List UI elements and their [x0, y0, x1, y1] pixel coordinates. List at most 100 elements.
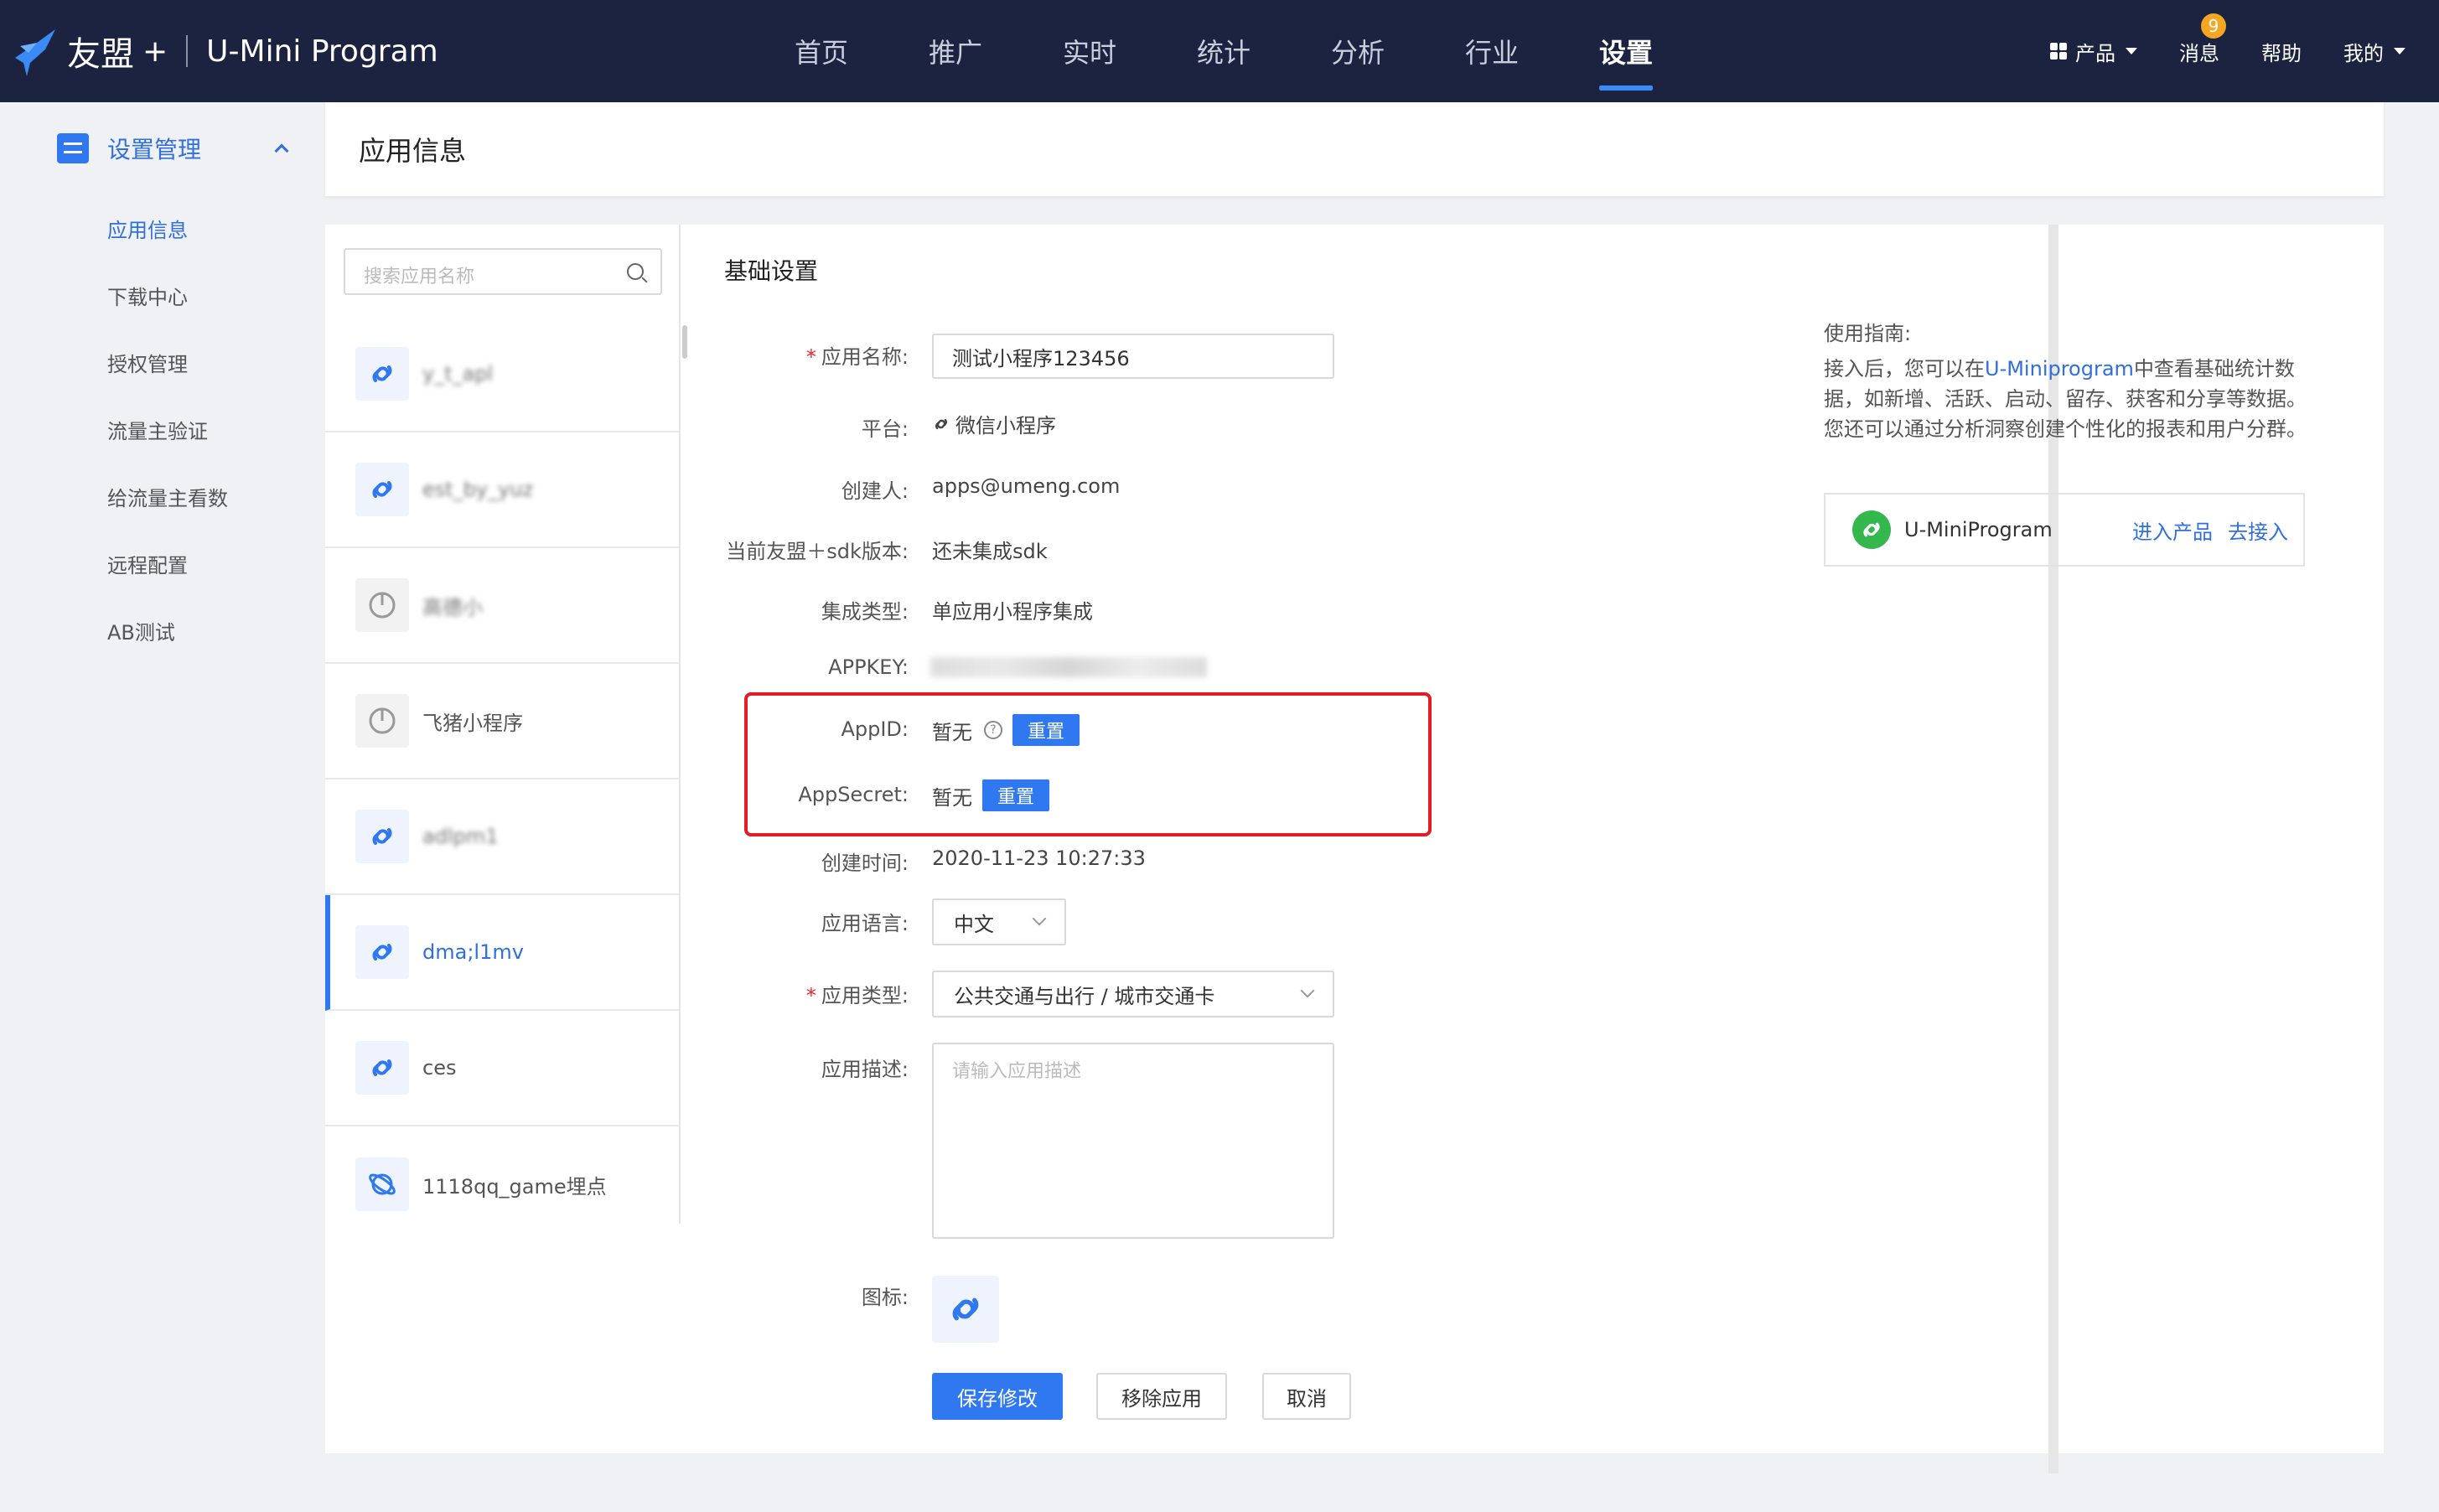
- brand-plus: +: [142, 34, 168, 69]
- main-nav: 首页 推广 实时 统计 分析 行业 设置: [754, 0, 1693, 102]
- search-placeholder: 搜索应用名称: [364, 267, 475, 287]
- description-label: 应用描述:: [821, 1058, 909, 1081]
- appsecret-text: 暂无: [932, 785, 972, 810]
- creator-label: 创建人:: [841, 479, 909, 503]
- connect-link[interactable]: 去接入: [2228, 515, 2288, 545]
- messages-button[interactable]: 消息 9: [2179, 13, 2226, 66]
- integration-type-value: 单应用小程序集成: [932, 600, 1093, 624]
- sidebar-item-app-info[interactable]: 应用信息: [0, 194, 310, 261]
- reset-appid-button[interactable]: 重置: [1012, 714, 1080, 746]
- help-button[interactable]: 帮助: [2261, 37, 2302, 66]
- link-icon: [355, 463, 409, 516]
- settings-sidebar: 设置管理 应用信息 下载中心 授权管理 流量主验证 给流量主看数 远程配置 AB…: [0, 102, 310, 664]
- app-type-label: * 应用类型:: [805, 984, 909, 1007]
- nav-industry[interactable]: 行业: [1425, 0, 1559, 102]
- icon-label: 图标:: [861, 1286, 909, 1309]
- guide-text: 接入后，您可以在U-Miniprogram中查看基础统计数据，如新增、活跃、启动…: [1824, 354, 2310, 444]
- nav-settings[interactable]: 设置: [1559, 0, 1693, 102]
- app-icon-upload[interactable]: [932, 1276, 999, 1343]
- save-button[interactable]: 保存修改: [932, 1373, 1063, 1420]
- required-mark: *: [805, 345, 816, 369]
- platform-value: 微信小程序: [932, 409, 1056, 438]
- enter-product-link[interactable]: 进入产品: [2132, 515, 2213, 545]
- creator-value: apps@umeng.com: [932, 474, 1121, 498]
- link-icon: [355, 810, 409, 863]
- page-title: 应用信息: [359, 135, 467, 167]
- app-type-select[interactable]: 公共交通与出行 / 城市交通卡: [932, 971, 1334, 1017]
- app-name: 高德小: [422, 595, 483, 619]
- platform-label: 平台:: [861, 417, 909, 441]
- sidebar-item-remote-config[interactable]: 远程配置: [0, 530, 310, 597]
- help-circle-icon[interactable]: ?: [984, 721, 1002, 739]
- description-textarea[interactable]: 请输入应用描述: [932, 1043, 1334, 1239]
- link-icon: [355, 1041, 409, 1095]
- guide-link[interactable]: U-Miniprogram: [1985, 357, 2134, 381]
- integration-type-label: 集成类型:: [821, 600, 909, 624]
- appid-label: AppID:: [841, 717, 909, 741]
- caret-down-icon: [2126, 48, 2137, 54]
- reset-appsecret-button[interactable]: 重置: [982, 779, 1050, 811]
- description-placeholder: 请输入应用描述: [952, 1061, 1082, 1082]
- umeng-bird-logo-icon: [15, 29, 55, 76]
- brand-separator: [186, 35, 189, 67]
- app-name: ces: [422, 1056, 457, 1080]
- brand-name: 友盟: [67, 35, 134, 74]
- cancel-button[interactable]: 取消: [1262, 1373, 1351, 1420]
- app-name: adlpm1: [422, 825, 499, 848]
- sdk-version-label: 当前友盟＋sdk版本:: [726, 540, 909, 563]
- account-menu[interactable]: 我的: [2343, 37, 2405, 66]
- app-name: est_by_yuz: [422, 478, 534, 501]
- sdk-version-value: 还未集成sdk: [932, 540, 1048, 563]
- top-navigation-bar: 友盟 + U-Mini Program 首页 推广 实时 统计 分析 行业 设置…: [0, 0, 2439, 102]
- caret-down-icon: [2394, 48, 2405, 54]
- link-icon: [935, 418, 948, 429]
- language-select[interactable]: 中文: [932, 898, 1066, 945]
- messages-badge: 9: [2201, 13, 2226, 39]
- app-search-input[interactable]: 搜索应用名称: [344, 248, 662, 295]
- chevron-down-icon: [1032, 911, 1047, 926]
- sidebar-item-publisher-verify[interactable]: 流量主验证: [0, 396, 310, 463]
- product-name: U-Mini Program: [206, 34, 438, 69]
- search-icon: [627, 263, 644, 280]
- nav-promotion[interactable]: 推广: [888, 0, 1023, 102]
- miniprogram-logo-icon: [1852, 510, 1891, 549]
- game-icon: [355, 578, 409, 632]
- link-icon: [355, 925, 409, 979]
- settings-sliders-icon: [57, 133, 89, 163]
- nav-statistics[interactable]: 统计: [1157, 0, 1291, 102]
- appid-value: 暂无 ? 重置: [932, 714, 1080, 746]
- language-selected: 中文: [954, 912, 994, 936]
- page-header: 应用信息: [325, 102, 2384, 196]
- top-right-actions: 产品 消息 9 帮助 我的: [2008, 0, 2405, 102]
- sidebar-item-download-center[interactable]: 下载中心: [0, 261, 310, 329]
- highlight-box: [744, 692, 1432, 836]
- appkey-value-redacted: [930, 657, 1207, 677]
- appsecret-value: 暂无 重置: [932, 779, 1050, 811]
- sidebar-group-label: 设置管理: [107, 136, 202, 163]
- products-label: 产品: [2075, 41, 2115, 65]
- sidebar-item-authorization[interactable]: 授权管理: [0, 329, 310, 396]
- guide-text-before: 接入后，您可以在: [1824, 357, 1985, 381]
- apps-grid-icon: [2050, 43, 2067, 60]
- link-icon: [952, 1297, 979, 1321]
- nav-analysis[interactable]: 分析: [1291, 0, 1425, 102]
- appkey-label: APPKEY:: [828, 655, 909, 679]
- brand-logo-area[interactable]: 友盟 + U-Mini Program: [12, 22, 438, 80]
- sidebar-item-ab-test[interactable]: AB测试: [0, 597, 310, 664]
- chevron-down-icon: [1300, 983, 1315, 998]
- list-item[interactable]: 1118qq_game埋点: [325, 1126, 679, 1242]
- remove-app-button[interactable]: 移除应用: [1096, 1373, 1227, 1420]
- sidebar-item-publisher-data[interactable]: 给流量主看数: [0, 463, 310, 530]
- created-at-label: 创建时间:: [821, 852, 909, 875]
- nav-home[interactable]: 首页: [754, 0, 888, 102]
- section-title: 基础设置: [724, 257, 819, 285]
- app-name-label: * 应用名称:: [805, 345, 909, 369]
- planet-icon: [355, 1157, 409, 1211]
- nav-realtime[interactable]: 实时: [1023, 0, 1157, 102]
- products-menu[interactable]: 产品: [2050, 37, 2137, 66]
- language-label: 应用语言:: [821, 912, 909, 935]
- link-icon: [355, 347, 409, 401]
- app-name: y_t_apl: [422, 362, 494, 386]
- app-name-input[interactable]: 测试小程序123456: [932, 334, 1334, 379]
- sidebar-group-settings[interactable]: 设置管理: [0, 102, 310, 194]
